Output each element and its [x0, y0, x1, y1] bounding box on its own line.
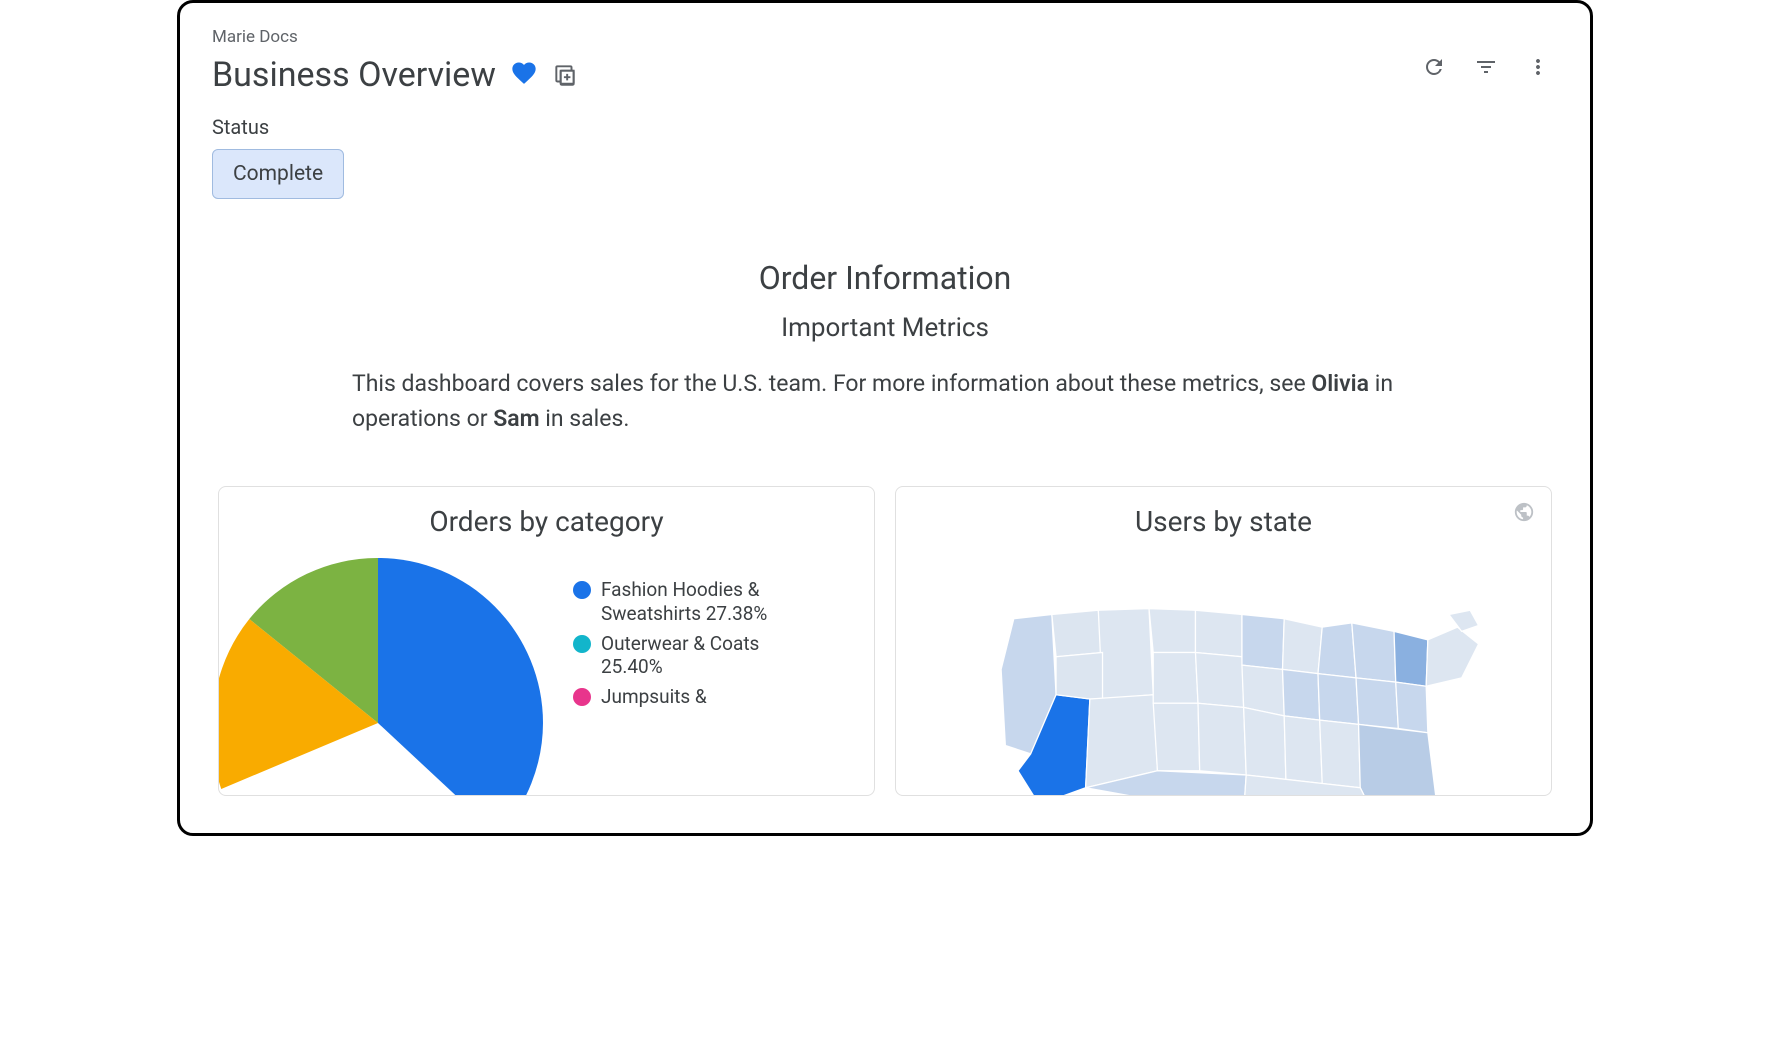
- refresh-icon[interactable]: [1422, 55, 1446, 83]
- pie-chart[interactable]: [218, 558, 543, 758]
- favorite-icon[interactable]: [510, 59, 538, 91]
- status-chip[interactable]: Complete: [212, 149, 344, 199]
- filter-icon[interactable]: [1474, 55, 1498, 83]
- panel-title-right: Users by state: [920, 505, 1527, 538]
- breadcrumb[interactable]: Marie Docs: [212, 27, 578, 47]
- description-text: This dashboard covers sales for the U.S.…: [212, 367, 1558, 436]
- us-map[interactable]: [920, 558, 1527, 796]
- users-by-state-panel: Users by state: [895, 486, 1552, 796]
- globe-icon[interactable]: [1513, 501, 1535, 527]
- legend-item[interactable]: Jumpsuits &: [573, 685, 781, 709]
- status-label: Status: [212, 115, 1558, 139]
- duplicate-icon[interactable]: [552, 62, 578, 88]
- legend-dot-icon: [573, 581, 591, 599]
- section-title: Order Information: [212, 259, 1558, 297]
- page-title: Business Overview: [212, 55, 496, 95]
- more-vert-icon[interactable]: [1526, 55, 1550, 83]
- legend-label: Fashion Hoodies & Sweatshirts 27.38%: [601, 578, 781, 626]
- panel-title-left: Orders by category: [243, 505, 850, 538]
- legend-dot-icon: [573, 688, 591, 706]
- section-subtitle: Important Metrics: [212, 313, 1558, 343]
- pie-legend: Fashion Hoodies & Sweatshirts 27.38% Out…: [573, 558, 781, 709]
- legend-label: Outerwear & Coats 25.40%: [601, 632, 781, 680]
- orders-by-category-panel: Orders by category: [218, 486, 875, 796]
- legend-dot-icon: [573, 635, 591, 653]
- legend-item[interactable]: Outerwear & Coats 25.40%: [573, 632, 781, 680]
- legend-item[interactable]: Fashion Hoodies & Sweatshirts 27.38%: [573, 578, 781, 626]
- legend-label: Jumpsuits &: [601, 685, 707, 709]
